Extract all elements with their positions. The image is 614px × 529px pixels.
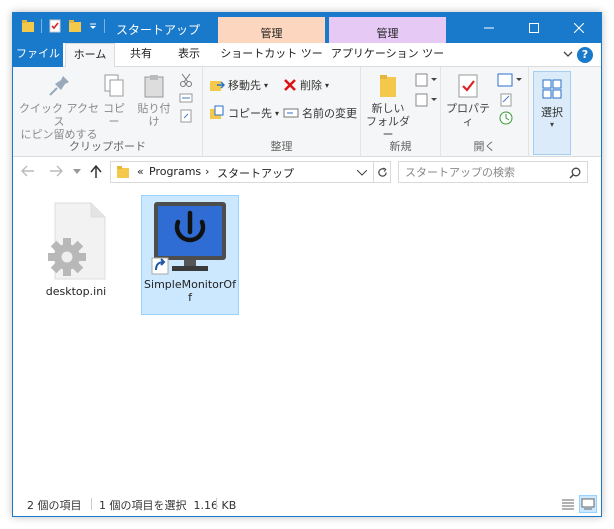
group-open: プロパティ 開く [441, 67, 529, 157]
breadcrumb-startup[interactable]: スタートアップ [217, 165, 294, 181]
folder-icon [22, 20, 34, 32]
explorer-window: スタートアップ 管理 管理 ファイル ホーム 共有 表示 ショートカット ツール… [12, 12, 602, 517]
quick-access-toolbar [21, 19, 111, 33]
manage-app-group: 管理 [329, 17, 446, 43]
refresh-button[interactable] [374, 161, 391, 183]
search-input[interactable] [399, 162, 567, 182]
new-item-icon[interactable] [415, 73, 437, 87]
maximize-icon [528, 23, 539, 33]
copy-button[interactable]: コピー [99, 73, 129, 128]
breadcrumb-programs[interactable]: Programs [149, 165, 201, 178]
recent-chevron-icon[interactable] [73, 169, 81, 175]
history-icon[interactable] [499, 111, 513, 125]
file-name-line2: f [188, 291, 192, 304]
delete-icon [284, 79, 296, 91]
properties-icon [458, 74, 478, 98]
tab-file[interactable]: ファイル [13, 43, 63, 67]
tab-application-tools[interactable]: アプリケーション ツール [329, 43, 446, 82]
ribbon-tabs: ファイル ホーム 共有 表示 ショートカット ツール アプリケーション ツール … [13, 43, 601, 82]
power-monitor-icon [151, 202, 226, 275]
group-new: 新しい フォルダー 新規 [361, 67, 441, 157]
details-view-icon [562, 499, 574, 510]
new-folder-icon [380, 75, 396, 97]
paste-button[interactable]: 貼り付け [133, 73, 175, 128]
pin-quick-access-button[interactable]: クイック アクセス にピン留めする [19, 73, 99, 141]
file-item-desktop-ini[interactable]: desktop.ini [33, 199, 119, 315]
select-dropdown-icon: ▾ [549, 120, 554, 129]
back-arrow-icon[interactable] [21, 165, 35, 177]
copy-to-button[interactable]: コピー先 ▾ [209, 105, 279, 121]
details-view-button[interactable] [559, 495, 577, 513]
status-divider [216, 498, 217, 510]
file-item-simplemonitoroff[interactable]: SimpleMonitorOf f [141, 195, 239, 315]
file-name-line1: SimpleMonitorOf [144, 278, 236, 291]
folder-icon [117, 166, 129, 178]
edit-icon[interactable] [499, 93, 513, 107]
ribbon: クイック アクセス にピン留めする コピー 貼り付け クリップボード 移動先▾ [13, 67, 601, 157]
properties-qa-icon[interactable] [48, 19, 62, 33]
search-box [398, 161, 588, 183]
group-label-clipboard: クリップボード [69, 140, 146, 153]
tab-share[interactable]: 共有 [119, 43, 163, 67]
open-icon[interactable] [497, 73, 523, 87]
up-arrow-icon[interactable] [90, 165, 102, 179]
copy-to-icon [210, 105, 224, 119]
delete-button[interactable]: 削除 ▾ [283, 77, 329, 93]
close-icon [573, 23, 584, 33]
copy-path-icon[interactable] [179, 91, 193, 105]
chevron-down-icon[interactable] [563, 49, 573, 59]
copy-icon [104, 74, 124, 97]
customize-qa-icon[interactable] [88, 21, 98, 31]
minimize-button[interactable] [466, 13, 511, 43]
refresh-icon [377, 166, 387, 177]
file-list: desktop.ini SimpleMonitorOf f [13, 187, 601, 488]
select-all-icon [542, 79, 562, 99]
large-icons-view-icon [581, 498, 595, 510]
maximize-button[interactable] [511, 13, 556, 43]
search-icon[interactable] [569, 167, 581, 179]
status-divider [91, 498, 92, 510]
manage-shortcut-group: 管理 [218, 17, 325, 43]
paste-icon [144, 75, 164, 98]
properties-button[interactable]: プロパティ [445, 73, 491, 128]
tab-home[interactable]: ホーム [65, 43, 115, 68]
new-folder-button[interactable]: 新しい フォルダー [365, 73, 411, 141]
breadcrumb-separator[interactable]: › [205, 165, 209, 178]
breadcrumb-root-chevron[interactable]: « [137, 165, 144, 178]
easy-access-icon[interactable] [415, 93, 437, 107]
settings-file-icon [48, 202, 106, 280]
pin-icon [49, 76, 69, 96]
status-bar: 2 個の項目 1 個の項目を選択 1.16 KB [13, 492, 601, 516]
minimize-icon [483, 27, 494, 29]
group-label-open: 開く [473, 140, 496, 153]
select-button[interactable]: 選択 ▾ [533, 71, 571, 155]
forward-arrow-icon[interactable] [49, 165, 63, 177]
tab-shortcut-tools[interactable]: ショートカット ツール [218, 43, 325, 82]
title-bar: スタートアップ 管理 管理 [13, 13, 601, 43]
group-label-organize: 整理 [270, 140, 293, 153]
select-label: 選択 [541, 106, 563, 119]
move-to-button[interactable]: 移動先 ▾ [209, 77, 268, 93]
status-item-count: 2 個の項目 [27, 499, 82, 512]
close-button[interactable] [556, 13, 601, 43]
address-bar[interactable]: « Programs › スタートアップ [110, 161, 374, 183]
move-to-icon [210, 81, 225, 91]
address-dropdown-icon[interactable] [357, 170, 367, 176]
cut-icon[interactable] [179, 73, 193, 87]
group-clipboard: クイック アクセス にピン留めする コピー 貼り付け クリップボード [13, 67, 203, 157]
file-name: desktop.ini [45, 285, 107, 298]
help-icon[interactable]: ? [577, 47, 593, 63]
rename-icon [283, 108, 299, 118]
group-label-new: 新規 [389, 140, 412, 153]
rename-button[interactable]: 名前の変更 [283, 105, 357, 121]
large-icons-view-button[interactable] [579, 495, 597, 513]
new-folder-qa-icon[interactable] [68, 19, 82, 33]
window-title: スタートアップ [116, 23, 201, 37]
group-organize: 移動先 ▾ コピー先 ▾ 削除 ▾ 名前の変更 整理 [203, 67, 361, 157]
tab-view[interactable]: 表示 [167, 43, 211, 67]
paste-shortcut-icon[interactable] [179, 109, 193, 123]
